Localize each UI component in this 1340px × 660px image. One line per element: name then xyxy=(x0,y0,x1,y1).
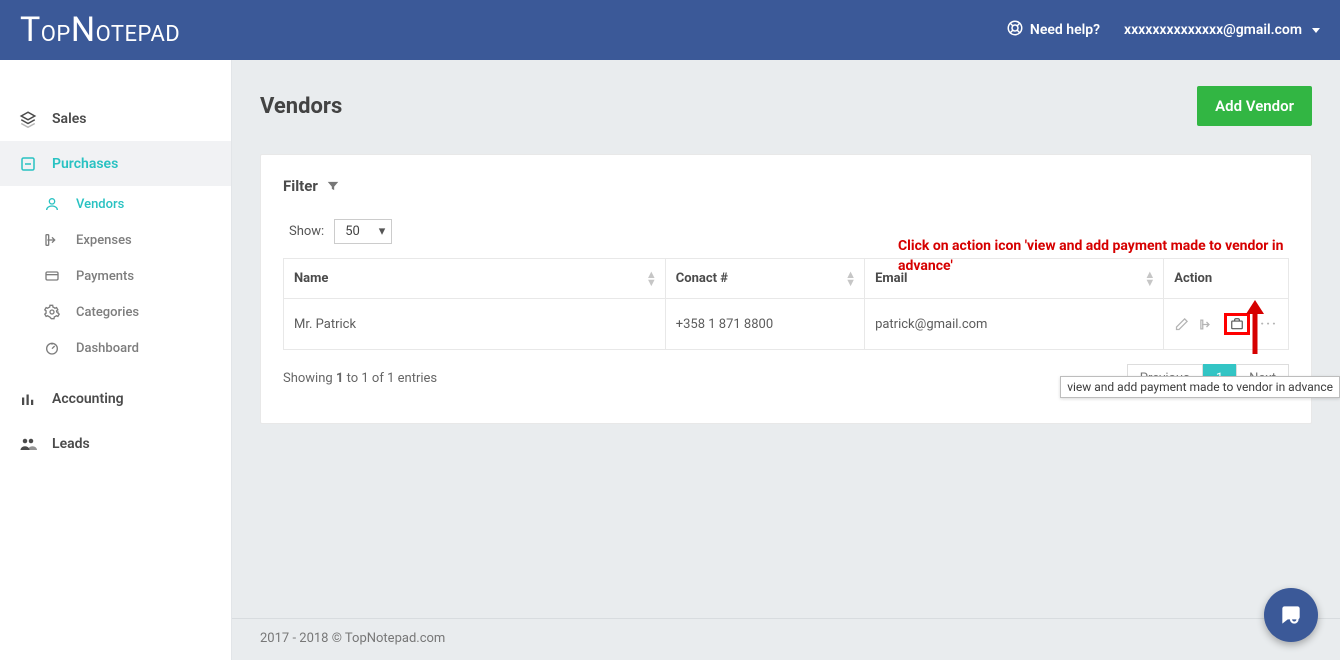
filter-label: Filter xyxy=(283,177,318,195)
sort-icon: ▲▼ xyxy=(646,271,657,287)
sidebar-sub-label: Payments xyxy=(76,269,134,284)
annotation-arrow-icon xyxy=(1244,300,1266,358)
users-icon xyxy=(18,435,38,453)
logo: TOPNOTEPAD xyxy=(20,10,180,50)
user-menu[interactable]: xxxxxxxxxxxxxx@gmail.com xyxy=(1124,22,1320,38)
show-label: Show: xyxy=(289,224,324,239)
sidebar-sub-label: Categories xyxy=(76,305,139,320)
col-name[interactable]: Name▲▼ xyxy=(284,259,666,299)
sidebar-label: Sales xyxy=(52,111,86,127)
edit-icon[interactable] xyxy=(1174,317,1189,332)
tooltip: view and add payment made to vendor in a… xyxy=(1060,376,1340,398)
sidebar-item-sales[interactable]: Sales xyxy=(0,96,231,141)
sidebar-item-accounting[interactable]: Accounting xyxy=(0,376,231,421)
sidebar: Sales Purchases Vendors Expenses Payment… xyxy=(0,60,232,660)
sidebar-item-leads[interactable]: Leads xyxy=(0,421,231,466)
topbar: TOPNOTEPAD Need help? xxxxxxxxxxxxxx@gma… xyxy=(0,0,1340,60)
cell-actions: ··· xyxy=(1164,299,1289,350)
footer-text: 2017 - 2018 © TopNotepad.com xyxy=(260,631,445,646)
need-help-label: Need help? xyxy=(1030,22,1100,38)
credit-card-icon xyxy=(42,268,62,284)
layers-icon xyxy=(18,110,38,128)
chart-bar-icon xyxy=(18,390,38,408)
sidebar-sub-vendors[interactable]: Vendors xyxy=(0,186,231,222)
chat-widget[interactable] xyxy=(1264,588,1318,642)
filter-toggle[interactable]: Filter xyxy=(283,177,1289,195)
add-vendor-button[interactable]: Add Vendor xyxy=(1197,86,1312,126)
main-content: Vendors Add Vendor Filter Show: 50 Name▲… xyxy=(232,60,1340,660)
table-row: Mr. Patrick +358 1 871 8800 patrick@gmai… xyxy=(284,299,1289,350)
col-contact[interactable]: Conact #▲▼ xyxy=(665,259,864,299)
share-icon xyxy=(42,232,62,248)
sidebar-sub-label: Dashboard xyxy=(76,341,139,356)
sort-icon: ▲▼ xyxy=(845,271,856,287)
need-help-link[interactable]: Need help? xyxy=(1006,19,1100,41)
gear-icon xyxy=(42,304,62,320)
cell-contact: +358 1 871 8800 xyxy=(665,299,864,350)
footer: 2017 - 2018 © TopNotepad.com xyxy=(232,618,1340,660)
person-icon xyxy=(42,196,62,212)
sidebar-sub-payments[interactable]: Payments xyxy=(0,258,231,294)
minus-square-icon xyxy=(18,155,38,173)
sidebar-label: Leads xyxy=(52,436,90,452)
sidebar-sub-label: Vendors xyxy=(76,197,124,212)
sidebar-label: Purchases xyxy=(52,156,118,172)
show-select[interactable]: 50 xyxy=(334,219,392,244)
dashboard-icon xyxy=(42,340,62,356)
cell-email: patrick@gmail.com xyxy=(865,299,1164,350)
sidebar-sub-dashboard[interactable]: Dashboard xyxy=(0,330,231,366)
cell-name: Mr. Patrick xyxy=(284,299,666,350)
sidebar-sub-label: Expenses xyxy=(76,233,132,248)
annotation-text: Click on action icon 'view and add payme… xyxy=(898,236,1328,276)
sidebar-sub-categories[interactable]: Categories xyxy=(0,294,231,330)
funnel-icon xyxy=(326,179,340,193)
share-icon[interactable] xyxy=(1199,317,1214,332)
sidebar-label: Accounting xyxy=(52,391,124,407)
page-title: Vendors xyxy=(260,94,342,119)
showing-text: Showing 1 to 1 of 1 entries xyxy=(283,371,437,386)
lifebuoy-icon xyxy=(1006,19,1024,41)
user-email: xxxxxxxxxxxxxx@gmail.com xyxy=(1124,22,1302,38)
sidebar-sub-expenses[interactable]: Expenses xyxy=(0,222,231,258)
sidebar-item-purchases[interactable]: Purchases xyxy=(0,141,231,186)
chat-icon xyxy=(1278,602,1304,628)
chevron-down-icon xyxy=(1312,28,1320,33)
